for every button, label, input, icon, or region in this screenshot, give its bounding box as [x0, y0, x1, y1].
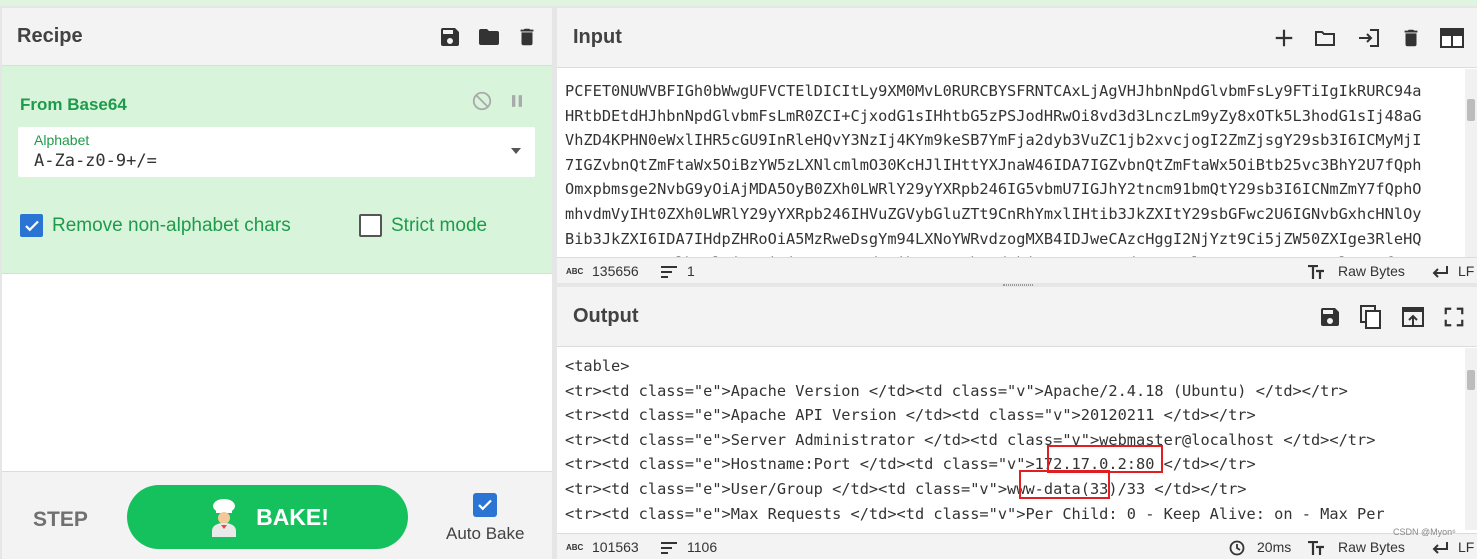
splitter-grip[interactable] — [1003, 284, 1033, 286]
remove-non-alphabet-checkbox[interactable] — [20, 214, 43, 237]
output-char-count: 101563 — [592, 539, 639, 555]
bake-time: 20ms — [1257, 539, 1292, 555]
bake-label: BAKE! — [256, 503, 329, 530]
output-line-count: 1106 — [687, 539, 718, 555]
highlight-ip-box — [1047, 445, 1163, 473]
chef-icon — [212, 499, 237, 537]
input-line: mhvdmVyIHt0ZXh0LWRlY29yYXRpb246IHVuZGVyb… — [565, 204, 1422, 223]
check-icon — [24, 220, 39, 231]
output-line: <tr><td class="e">Hostname:Port </td><td… — [565, 455, 1256, 474]
output-panel: Output <table> <tr><td class="e">Apache V… — [557, 287, 1477, 559]
output-text-area[interactable]: <table> <tr><td class="e">Apache Version … — [557, 348, 1457, 530]
trash-icon[interactable] — [516, 25, 538, 49]
recipe-header: Recipe — [2, 8, 552, 66]
output-title: Output — [573, 305, 639, 327]
operation-name: From Base64 — [20, 95, 127, 114]
input-scrollbar-thumb[interactable] — [1467, 99, 1475, 121]
watermark: CSDN @Myon⁶ — [1393, 527, 1456, 537]
disable-icon[interactable] — [471, 90, 493, 112]
input-line: HRtbDEtdHJhbnNpdGlvbmFsLmR0ZCI+CjxodG1sI… — [565, 106, 1422, 125]
alphabet-select[interactable]: Alphabet A-Za-z0-9+/= — [18, 127, 535, 177]
replace-input-icon[interactable] — [1400, 305, 1426, 329]
auto-bake-checkbox[interactable] — [473, 493, 497, 517]
save-icon[interactable] — [1318, 305, 1342, 329]
strict-mode-checkbox[interactable] — [359, 214, 382, 237]
input-line: VhZD4KPHN0eWxlIHR5cGU9InRleHQvY3NzIj4KYm… — [565, 131, 1422, 150]
input-line-count: 1 — [687, 263, 695, 279]
highlight-user-box — [1019, 470, 1110, 499]
input-encoding[interactable]: Raw Bytes — [1338, 263, 1405, 279]
input-eol[interactable]: LF — [1458, 263, 1474, 279]
output-line: <tr><td class="e">Max Requests </td><td … — [565, 504, 1385, 523]
auto-bake-label: Auto Bake — [446, 524, 525, 543]
output-status-bar: ABC 101563 1106 20ms Raw Bytes LF — [557, 533, 1477, 559]
output-scrollbar[interactable] — [1465, 348, 1477, 530]
input-line: Bib3JkZXI6IDA7IHdpZHRoOiA5MzRweDsgYm94LX… — [565, 229, 1422, 248]
length-icon: ABC — [566, 543, 584, 552]
trash-icon[interactable] — [1400, 26, 1422, 50]
lines-icon — [661, 542, 677, 554]
save-icon[interactable] — [438, 25, 462, 49]
clock-icon — [1229, 540, 1245, 556]
input-status-bar: ABC 135656 1 Raw Bytes LF — [557, 257, 1477, 283]
lines-icon — [661, 266, 677, 278]
output-line: <table> — [565, 357, 630, 375]
input-line: PCFET0NUWVBFIGh0bWwgUFVCTElDICItLy9XM0Mv… — [565, 82, 1422, 100]
open-folder-icon[interactable] — [1312, 26, 1338, 50]
chevron-down-icon — [511, 148, 521, 154]
input-line: 7IGZvbnQtZmFtaWx5OiBzYW5zLXNlcmlmO30KcHJ… — [565, 155, 1422, 174]
strict-mode-label: Strict mode — [391, 214, 488, 236]
length-icon: ABC — [566, 267, 584, 276]
folder-icon[interactable] — [476, 25, 502, 49]
output-line: Connection: 100 </td></tr> — [565, 526, 1457, 530]
remove-non-alphabet-option[interactable]: Remove non-alphabet chars — [20, 214, 291, 237]
plus-icon[interactable] — [1273, 27, 1295, 49]
output-scrollbar-thumb[interactable] — [1467, 370, 1475, 390]
step-button[interactable]: STEP — [33, 508, 88, 532]
output-line: <tr><td class="e">Apache API Version </t… — [565, 406, 1256, 425]
from-base64-operation: From Base64 Alphabet A-Za-z0-9+/= Remove… — [2, 66, 552, 274]
text-format-icon — [1308, 265, 1324, 279]
input-title: Input — [573, 26, 622, 48]
alphabet-value: A-Za-z0-9+/= — [34, 151, 157, 171]
input-line: Omxpbmsge2NvbG9yOiAjMDA5OyB0ZXh0LWRlY29y… — [565, 180, 1422, 199]
recipe-controls: STEP BAKE! Auto Bake — [2, 471, 552, 559]
maximize-icon[interactable] — [1443, 306, 1465, 328]
top-accent-bar — [0, 0, 1477, 6]
output-line: <tr><td class="e">Server Administrator <… — [565, 430, 1376, 449]
input-header: Input — [557, 8, 1477, 68]
copy-icon[interactable] — [1359, 304, 1383, 330]
recipe-title: Recipe — [17, 25, 83, 47]
import-file-icon[interactable] — [1355, 26, 1383, 50]
text-format-icon — [1308, 541, 1324, 555]
strict-mode-option[interactable]: Strict mode — [359, 214, 487, 237]
input-text-area[interactable]: PCFET0NUWVBFIGh0bWwgUFVCTElDICItLy9XM0Mv… — [557, 69, 1457, 257]
layout-icon[interactable] — [1439, 27, 1465, 49]
input-panel: Input PCFET0NUWVBFIGh0bWwgUFVCTElDICItLy… — [557, 8, 1477, 283]
bake-button[interactable]: BAKE! — [127, 485, 408, 549]
output-header: Output — [557, 287, 1477, 347]
output-eol[interactable]: LF — [1458, 539, 1474, 555]
output-line: <tr><td class="e">Apache Version </td><t… — [565, 381, 1348, 400]
alphabet-label: Alphabet — [34, 132, 90, 148]
pause-icon[interactable] — [507, 90, 527, 112]
remove-non-alphabet-label: Remove non-alphabet chars — [52, 214, 291, 236]
output-encoding[interactable]: Raw Bytes — [1338, 539, 1405, 555]
check-icon — [478, 499, 492, 511]
eol-icon — [1432, 542, 1448, 554]
input-scrollbar[interactable] — [1465, 69, 1477, 257]
recipe-panel: Recipe From Base64 Alphabet A-Za-z0-9+/=… — [2, 8, 552, 559]
eol-icon — [1432, 266, 1448, 278]
input-char-count: 135656 — [592, 263, 639, 279]
output-line: <tr><td class="e">User/Group </td><td cl… — [565, 479, 1247, 498]
